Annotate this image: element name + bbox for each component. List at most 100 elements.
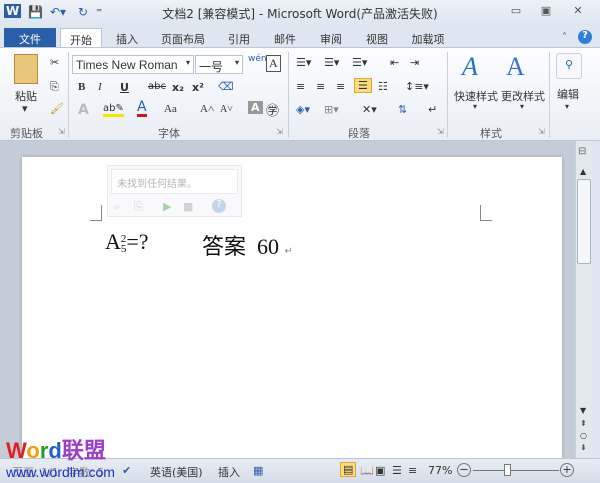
zoom-slider[interactable] <box>473 470 559 471</box>
editing-button[interactable]: 编辑 <box>557 86 579 102</box>
previous-page-icon[interactable]: ⇞ <box>580 419 587 428</box>
tab-file[interactable]: 文件 <box>4 28 56 48</box>
minimize-button[interactable]: ▭ <box>505 4 527 17</box>
dropdown-icon[interactable]: ▾ <box>473 102 477 111</box>
cut-icon[interactable]: ✂ <box>50 56 59 69</box>
divider <box>288 52 289 138</box>
character-shading-icon[interactable]: A <box>248 101 263 114</box>
vertical-scrollbar[interactable]: ⊟ ▲ ▼ ⇞ ○ ⇟ <box>575 141 592 458</box>
bold-button[interactable]: B <box>78 81 85 93</box>
multilevel-list-icon[interactable]: ☰▾ <box>352 56 367 69</box>
dropdown-icon[interactable]: ▾ <box>565 102 569 111</box>
increase-indent-icon[interactable]: ⇥ <box>410 56 419 69</box>
browse-object-icon[interactable]: ○ <box>580 431 587 440</box>
align-left-icon[interactable]: ≡ <box>296 80 305 93</box>
zoom-level[interactable]: 77% <box>428 464 452 477</box>
tab-mailings[interactable]: 邮件 <box>268 28 302 48</box>
justify-icon[interactable]: ☰ <box>354 78 372 93</box>
scroll-up-icon[interactable]: ▲ <box>580 167 586 176</box>
stop-icon[interactable]: ■ <box>183 200 193 213</box>
change-case-button[interactable]: Aa <box>164 103 177 115</box>
scroll-down-icon[interactable]: ▼ <box>580 406 586 415</box>
borders-icon[interactable]: ⊞▾ <box>324 103 339 116</box>
italic-button[interactable]: I <box>98 81 102 93</box>
bullets-icon[interactable]: ☰▾ <box>296 56 311 69</box>
binoculars-icon[interactable]: ⚲ <box>556 53 582 79</box>
quick-styles-icon[interactable]: A <box>462 52 478 82</box>
font-name-combobox[interactable]: Times New Roman ▾ <box>72 55 194 74</box>
zoom-slider-thumb[interactable] <box>504 464 511 476</box>
phonetic-guide-icon[interactable]: wén <box>248 54 267 64</box>
dialog-launcher-icon[interactable]: ⇲ <box>538 127 545 136</box>
macro-record-icon[interactable]: ▦ <box>253 464 263 477</box>
tab-review[interactable]: 审阅 <box>314 28 348 48</box>
next-page-icon[interactable]: ⇟ <box>580 443 587 452</box>
close-button[interactable]: ✕ <box>567 4 589 17</box>
paste-icon[interactable] <box>14 54 38 84</box>
dialog-launcher-icon[interactable]: ⇲ <box>437 127 444 136</box>
margin-corner-mark <box>90 205 102 221</box>
help-icon[interactable]: ? <box>212 199 226 213</box>
sort-icon[interactable]: ⇅ <box>398 103 407 116</box>
align-right-icon[interactable]: ≡ <box>336 80 345 93</box>
print-layout-icon[interactable]: ▤ <box>340 462 357 477</box>
restore-button[interactable]: ▣ <box>535 4 557 17</box>
strikethrough-button[interactable]: abc <box>148 81 166 92</box>
numbering-icon[interactable]: ☰▾ <box>324 56 339 69</box>
highlight-icon[interactable]: ab✎ <box>103 103 124 117</box>
dropdown-icon[interactable]: ▾ <box>520 102 524 111</box>
zoom-in-button[interactable]: + <box>560 463 574 477</box>
change-styles-icon[interactable]: A <box>506 52 525 82</box>
tab-view[interactable]: 视图 <box>360 28 394 48</box>
tab-page-layout[interactable]: 页面布局 <box>155 28 211 48</box>
enclose-characters-icon[interactable]: ㊫ <box>266 100 279 119</box>
clear-formatting-icon[interactable]: ⌫ <box>218 80 234 93</box>
shading-icon[interactable]: ◈▾ <box>296 103 310 116</box>
outline-icon[interactable]: ☰ <box>392 464 402 477</box>
find-icon[interactable]: ⌕ <box>114 200 120 214</box>
document-page[interactable]: 未找到任何结果。 ⌕ ⎘ ▶ ■ ? A 2 5 =? 答案 60 ↵ <box>22 157 562 467</box>
margin-corner-mark <box>480 205 492 221</box>
tab-home[interactable]: 开始 <box>60 28 102 48</box>
proofing-icon[interactable]: ✔ <box>122 464 131 477</box>
paste-dropdown-icon[interactable]: ▾ <box>22 102 28 115</box>
superscript-button[interactable]: x² <box>192 81 204 94</box>
styles-group-label: 样式 <box>480 127 502 140</box>
character-border-icon[interactable]: A <box>266 55 281 72</box>
align-center-icon[interactable]: ≡ <box>316 80 325 93</box>
answer-text: 答案 60 ↵ <box>202 229 293 261</box>
underline-button[interactable]: U <box>120 81 129 94</box>
font-size-combobox[interactable]: 一号 ▾ <box>195 55 243 74</box>
play-icon[interactable]: ▶ <box>163 200 171 213</box>
language-indicator[interactable]: 英语(美国) <box>150 464 203 480</box>
grow-font-button[interactable]: A˄ <box>200 103 214 115</box>
tab-references[interactable]: 引用 <box>222 28 256 48</box>
copy-icon[interactable]: ⎘ <box>134 200 143 214</box>
insert-mode[interactable]: 插入 <box>218 464 240 480</box>
copy-icon[interactable]: ⎘ <box>50 80 59 94</box>
show-marks-icon[interactable]: ↵ <box>428 103 437 116</box>
text-effects-icon[interactable]: A <box>78 102 89 118</box>
collapse-ribbon-icon[interactable]: ˄ <box>562 32 567 43</box>
decrease-indent-icon[interactable]: ⇤ <box>390 56 399 69</box>
dialog-launcher-icon[interactable]: ⇲ <box>276 127 283 136</box>
distributed-icon[interactable]: ☷ <box>378 80 388 93</box>
format-painter-icon[interactable]: 🖌 <box>50 102 64 115</box>
web-layout-icon[interactable]: ▣ <box>375 464 385 477</box>
asian-layout-icon[interactable]: ✕▾ <box>362 103 377 116</box>
full-screen-reading-icon[interactable]: 📖 <box>360 464 374 477</box>
ruler-toggle-icon[interactable]: ⊟ <box>578 146 586 157</box>
line-spacing-icon[interactable]: ↕≡▾ <box>405 80 429 93</box>
dialog-launcher-icon[interactable]: ⇲ <box>58 127 65 136</box>
tab-addins[interactable]: 加载项 <box>405 28 451 48</box>
scrollbar-thumb[interactable] <box>577 179 591 264</box>
answer-value: 60 <box>257 234 280 259</box>
zoom-out-button[interactable]: − <box>457 463 471 477</box>
subscript-button[interactable]: x₂ <box>172 81 184 94</box>
help-icon[interactable]: ? <box>578 30 592 44</box>
font-color-icon[interactable]: A <box>137 100 147 117</box>
shrink-font-button[interactable]: A˅ <box>220 104 233 115</box>
draft-icon[interactable]: ≡ <box>408 464 417 477</box>
equation-rest: =? <box>126 229 149 254</box>
tab-insert[interactable]: 插入 <box>110 28 144 48</box>
